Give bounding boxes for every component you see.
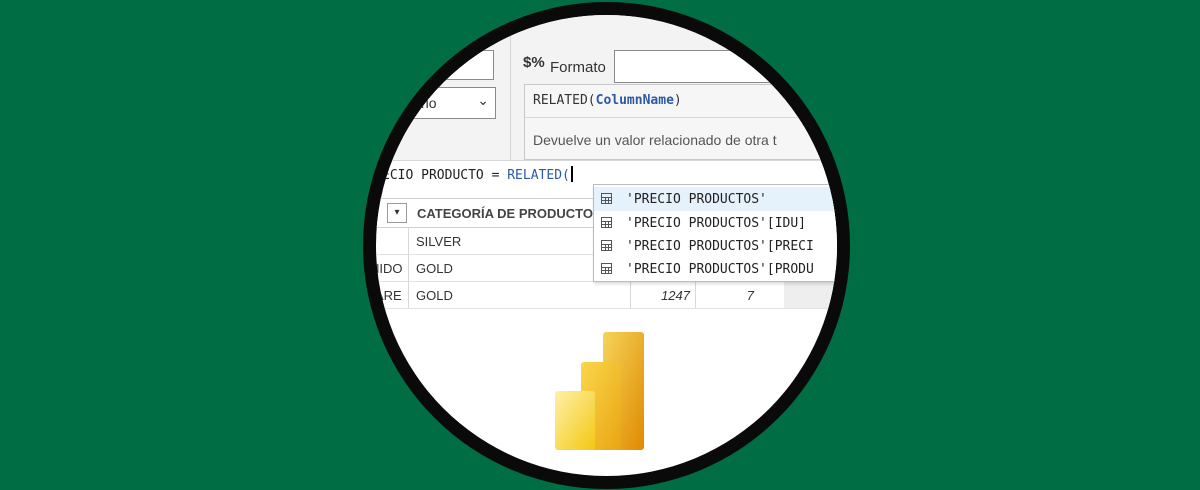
open-paren: ( [587,93,596,108]
function-name: RELATED [533,93,588,108]
table-cell-value: 1247 [661,288,690,303]
formula-text[interactable]: ECIO PRODUCTO = RELATED( [382,166,573,183]
close-paren: ) [673,93,682,108]
autocomplete-item-label: 'PRECIO PRODUCTOS' [626,192,767,207]
table-icon [601,240,612,251]
column-header-categoria[interactable]: CATEGORÍA DE PRODUCTOS [417,206,602,221]
ribbon-type-select-value: rio [421,95,437,111]
formula-prefix: ECIO PRODUCTO = [382,168,508,183]
table-cell-name: ARE [376,288,402,303]
table-icon [601,217,612,228]
ribbon-type-select[interactable]: rio ⌄ [380,87,496,119]
formula-function: RELATED( [507,168,570,183]
autocomplete-item-label: 'PRECIO PRODUCTOS'[PRECI [626,239,814,254]
tooltip-divider [525,117,837,118]
autocomplete-item[interactable]: 'PRECIO PRODUCTOS' [594,187,837,211]
power-bi-logo [555,332,644,450]
table-icon [601,263,612,274]
table-icon [601,193,612,204]
autocomplete-list: 'PRECIO PRODUCTOS' 'PRECIO PRODUCTOS'[ID… [593,184,837,282]
function-description: Devuelve un valor relacionado de otra t [533,132,777,148]
table-row: ARE GOLD 1247 7 [376,282,836,309]
table-cell-category: GOLD [416,261,453,276]
autocomplete-item[interactable]: 'PRECIO PRODUCTOS'[IDU] [594,211,837,235]
table-cell-name: NIDO [376,261,403,276]
table-cell-category: SILVER [416,234,462,249]
autocomplete-item[interactable]: 'PRECIO PRODUCTOS'[PRECI [594,234,837,258]
function-param: ColumnName [595,93,674,108]
logo-bar-short [555,391,595,450]
autocomplete-item[interactable]: 'PRECIO PRODUCTOS'[PRODU [594,257,837,281]
format-icon: $% [523,54,545,71]
table-cell-value: 7 [746,288,754,303]
format-input[interactable] [614,50,837,83]
screenshot-circle: rio ⌄ $% Formato RELATED(ColumnName) Dev… [376,15,837,476]
format-label: Formato [550,59,606,76]
function-tooltip: RELATED(ColumnName) Devuelve un valor re… [524,84,837,160]
function-signature: RELATED(ColumnName) [533,93,682,108]
filter-dropdown-icon[interactable]: ▾ [387,203,407,223]
autocomplete-item-label: 'PRECIO PRODUCTOS'[PRODU [626,262,814,277]
chevron-down-icon: ⌄ [477,92,489,108]
autocomplete-item-label: 'PRECIO PRODUCTOS'[IDU] [626,216,807,231]
table-cell-category: GOLD [416,288,453,303]
empty-cell-area [784,282,836,308]
text-cursor [570,166,573,182]
ribbon-name-input[interactable] [380,50,494,80]
ribbon-divider [510,15,511,160]
column-divider [408,228,409,308]
